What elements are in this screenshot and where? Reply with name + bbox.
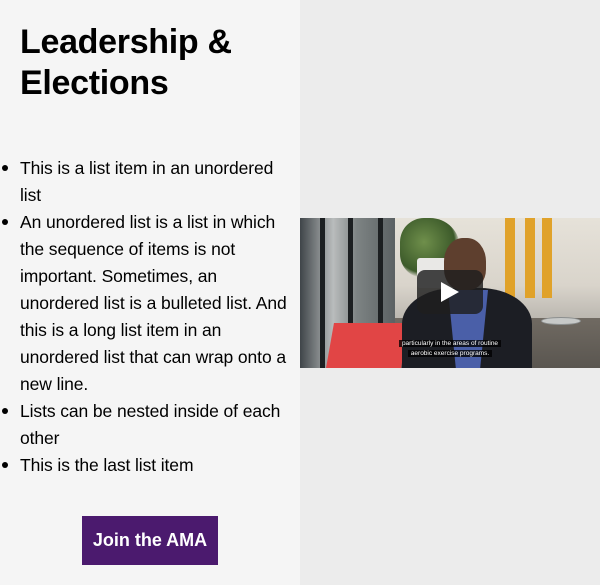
- video-pillar: [525, 218, 535, 298]
- page-title: Leadership & Elections: [20, 23, 232, 102]
- video-pillar: [542, 218, 552, 298]
- list-item: An unordered list is a list in which the…: [0, 209, 290, 398]
- page: Leadership & Elections This is a list it…: [0, 0, 600, 585]
- caption-line: particularly in the areas of routine: [398, 340, 502, 347]
- video-pillar: [505, 218, 515, 298]
- play-icon: [441, 282, 459, 302]
- play-button[interactable]: [417, 270, 483, 314]
- join-ama-button[interactable]: Join the AMA: [82, 516, 218, 565]
- list-item: Lists can be nested inside of each other: [0, 398, 290, 452]
- bullet-list: This is a list item in an unordered list…: [0, 155, 290, 479]
- list-item: This is a list item in an unordered list: [0, 155, 290, 209]
- video-caption: particularly in the areas of routine aer…: [300, 339, 600, 359]
- list-item: This is the last list item: [0, 452, 290, 479]
- video-table: [542, 318, 580, 324]
- content-panel: Leadership & Elections This is a list it…: [0, 0, 300, 585]
- caption-line: aerobic exercise programs.: [407, 350, 493, 357]
- video-player[interactable]: particularly in the areas of routine aer…: [300, 218, 600, 368]
